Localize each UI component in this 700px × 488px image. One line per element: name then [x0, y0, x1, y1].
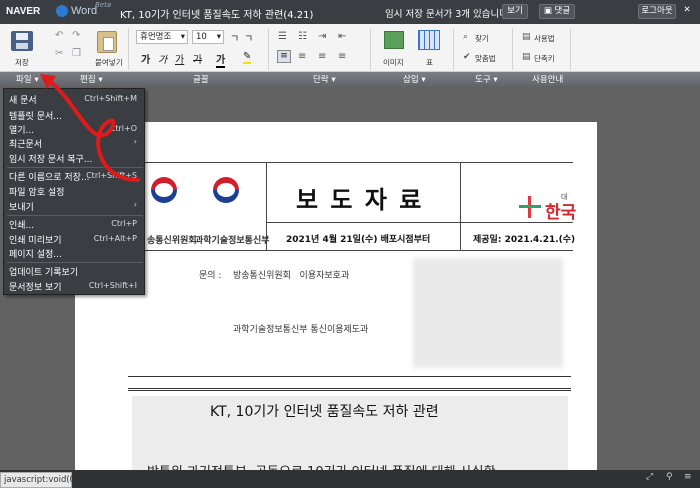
red-annotation-arrow: [40, 74, 140, 182]
settings-icon[interactable]: ≡: [684, 472, 692, 482]
zoom-icon[interactable]: ⚲: [666, 472, 673, 482]
annotation-stroke: [46, 78, 140, 182]
status-url: javascript:void(0): [0, 472, 78, 488]
fullscreen-icon[interactable]: ⤢: [646, 472, 653, 482]
status-bar: ⤢ ⚲ ≡: [0, 470, 700, 488]
